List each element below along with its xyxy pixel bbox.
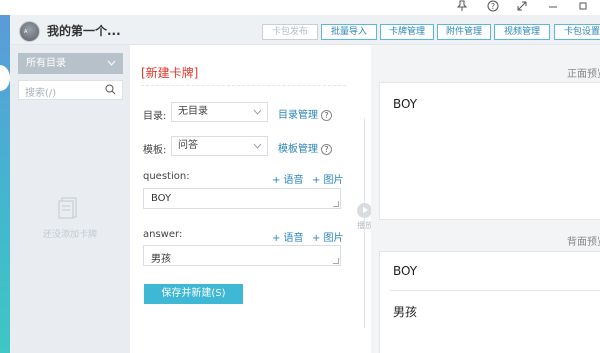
template-select[interactable]: 问答: [171, 136, 268, 156]
answer-add-image[interactable]: + 图片: [312, 229, 344, 244]
template-select-value: 问答: [178, 140, 198, 151]
search-icon[interactable]: [105, 84, 116, 95]
strip-bubble: [0, 65, 10, 91]
avatar-tag: A: [24, 29, 28, 35]
preview-panel: 正面预览 BOY 背面预览 BOY 男孩: [371, 45, 600, 353]
batch-import-button[interactable]: 批量导入: [321, 24, 377, 40]
back-preview-answer: 男孩: [393, 305, 418, 319]
directory-help-icon[interactable]: ?: [321, 109, 332, 121]
minimize-icon[interactable]: [545, 0, 561, 14]
front-preview-label: 正面预览: [567, 69, 600, 80]
save-and-new-button[interactable]: 保存并新建(S): [144, 284, 243, 304]
window-titlebar: ?: [0, 0, 600, 15]
maximize-icon[interactable]: [575, 0, 591, 14]
directory-filter-select[interactable]: 所有目录: [18, 53, 123, 74]
deck-title[interactable]: 我的第一个...: [47, 22, 121, 39]
template-help-icon[interactable]: ?: [321, 143, 332, 155]
chevron-down-icon: [253, 103, 262, 128]
resize-grip-icon[interactable]: [333, 201, 339, 207]
app-window: ? A 我的第一个... 卡包发布 批量导入 卡牌管理 附件管理 视频管理 卡包…: [0, 0, 600, 353]
answer-field-label: answer:: [143, 229, 183, 240]
video-manage-button[interactable]: 视频管理: [494, 24, 550, 40]
question-textarea[interactable]: BOY: [143, 188, 341, 209]
template-label: 模板:: [143, 145, 167, 156]
chevron-down-icon: [253, 137, 262, 162]
directory-select-value: 无目录: [178, 106, 208, 117]
question-value: BOY: [151, 193, 172, 204]
back-preview-separator: [390, 290, 600, 291]
back-preview-card: BOY 男孩: [379, 251, 600, 353]
resize-grip-icon[interactable]: [333, 258, 339, 264]
help-circle-icon[interactable]: ?: [485, 0, 501, 14]
new-card-title: [新建卡牌]: [141, 66, 199, 80]
svg-text:?: ?: [491, 2, 495, 11]
card-sidebar: 所有目录 搜索(/) 还没添加卡牌: [10, 45, 130, 353]
card-manage-button[interactable]: 卡牌管理: [380, 24, 434, 40]
back-preview-question: BOY: [393, 264, 418, 278]
publish-deck-button[interactable]: 卡包发布: [262, 24, 318, 40]
answer-value: 男孩: [151, 254, 171, 265]
directory-manage-label: 目录管理: [278, 110, 318, 121]
template-manage-link[interactable]: 模板管理?: [278, 140, 332, 155]
expand-icon[interactable]: [514, 0, 530, 14]
empty-cards-icon: [58, 197, 77, 219]
search-placeholder: 搜索(/): [25, 88, 57, 99]
empty-cards-text: 还没添加卡牌: [42, 230, 97, 240]
card-search-input[interactable]: 搜索(/): [18, 80, 123, 100]
answer-textarea[interactable]: 男孩: [143, 245, 341, 266]
answer-add-audio[interactable]: + 语音: [272, 229, 304, 244]
deck-avatar[interactable]: A: [19, 21, 40, 42]
directory-manage-link[interactable]: 目录管理?: [278, 106, 332, 121]
front-preview-text: BOY: [393, 97, 418, 111]
card-editor: [新建卡牌] 目录: 无目录 目录管理? 模板: 问答 模板管理? questi…: [130, 45, 350, 353]
template-manage-label: 模板管理: [278, 144, 318, 155]
question-add-audio[interactable]: + 语音: [272, 171, 304, 186]
directory-filter-label: 所有目录: [26, 58, 66, 69]
back-preview-label: 背面预览: [567, 237, 600, 248]
chevron-down-icon: [107, 53, 116, 82]
directory-select[interactable]: 无目录: [171, 102, 268, 122]
deck-header: A 我的第一个... 卡包发布 批量导入 卡牌管理 附件管理 视频管理 卡包设置: [10, 15, 600, 45]
question-add-image[interactable]: + 图片: [312, 171, 344, 186]
title-divider: [141, 85, 346, 86]
front-preview-card: BOY: [379, 82, 600, 220]
directory-label: 目录:: [143, 111, 167, 122]
left-accent-strip: [0, 15, 10, 353]
deck-settings-button[interactable]: 卡包设置: [554, 24, 600, 40]
question-field-label: question:: [143, 171, 190, 182]
attachment-manage-button[interactable]: 附件管理: [437, 24, 491, 40]
play-icon[interactable]: [357, 203, 372, 218]
pin-icon[interactable]: [454, 0, 470, 14]
